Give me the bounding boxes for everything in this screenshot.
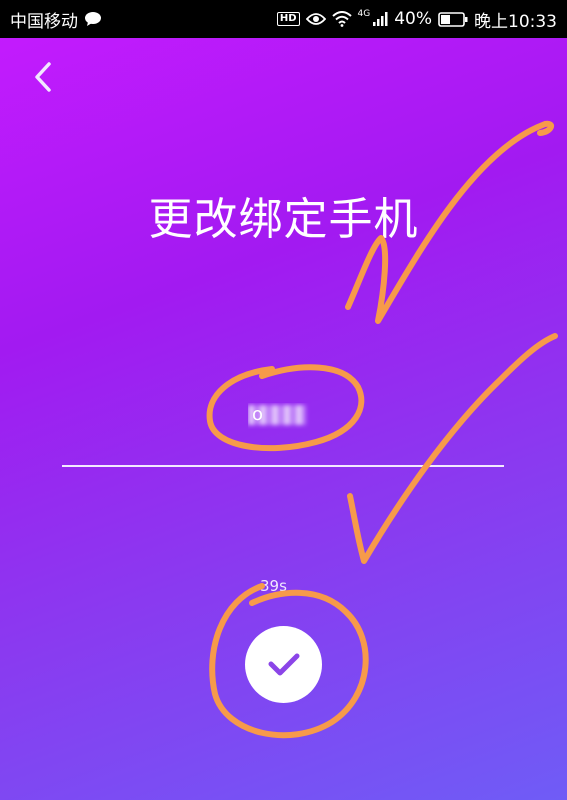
eye-icon	[305, 12, 326, 26]
masked-phone-number: o	[248, 403, 318, 429]
battery-icon	[438, 11, 468, 27]
wifi-icon	[331, 11, 352, 27]
screen: 中国移动 HD 4G 40% 晚上10:33 更改绑定手机 o 39s	[0, 0, 567, 800]
message-icon	[84, 11, 102, 27]
hd-icon: HD	[276, 12, 300, 26]
check-icon	[268, 653, 299, 675]
network-type: 4G	[357, 9, 371, 19]
battery-percent: 40%	[394, 9, 432, 29]
phone-number-field[interactable]: o	[62, 395, 504, 465]
countdown-timer: 39s	[260, 577, 287, 595]
phone-visible-char: o	[252, 404, 264, 425]
input-underline	[62, 465, 504, 467]
carrier-label: 中国移动	[10, 11, 78, 32]
confirm-button[interactable]	[245, 626, 322, 703]
status-bar: 中国移动 HD 4G 40% 晚上10:33	[0, 0, 567, 38]
chevron-left-icon	[35, 62, 51, 92]
page-title: 更改绑定手机	[148, 194, 419, 245]
status-bar-right: HD 4G 40% 晚上10:33	[276, 7, 557, 32]
back-button[interactable]	[26, 60, 60, 94]
clock: 晚上10:33	[474, 11, 557, 32]
signal-icon	[372, 11, 388, 27]
status-bar-left: 中国移动	[10, 7, 102, 32]
